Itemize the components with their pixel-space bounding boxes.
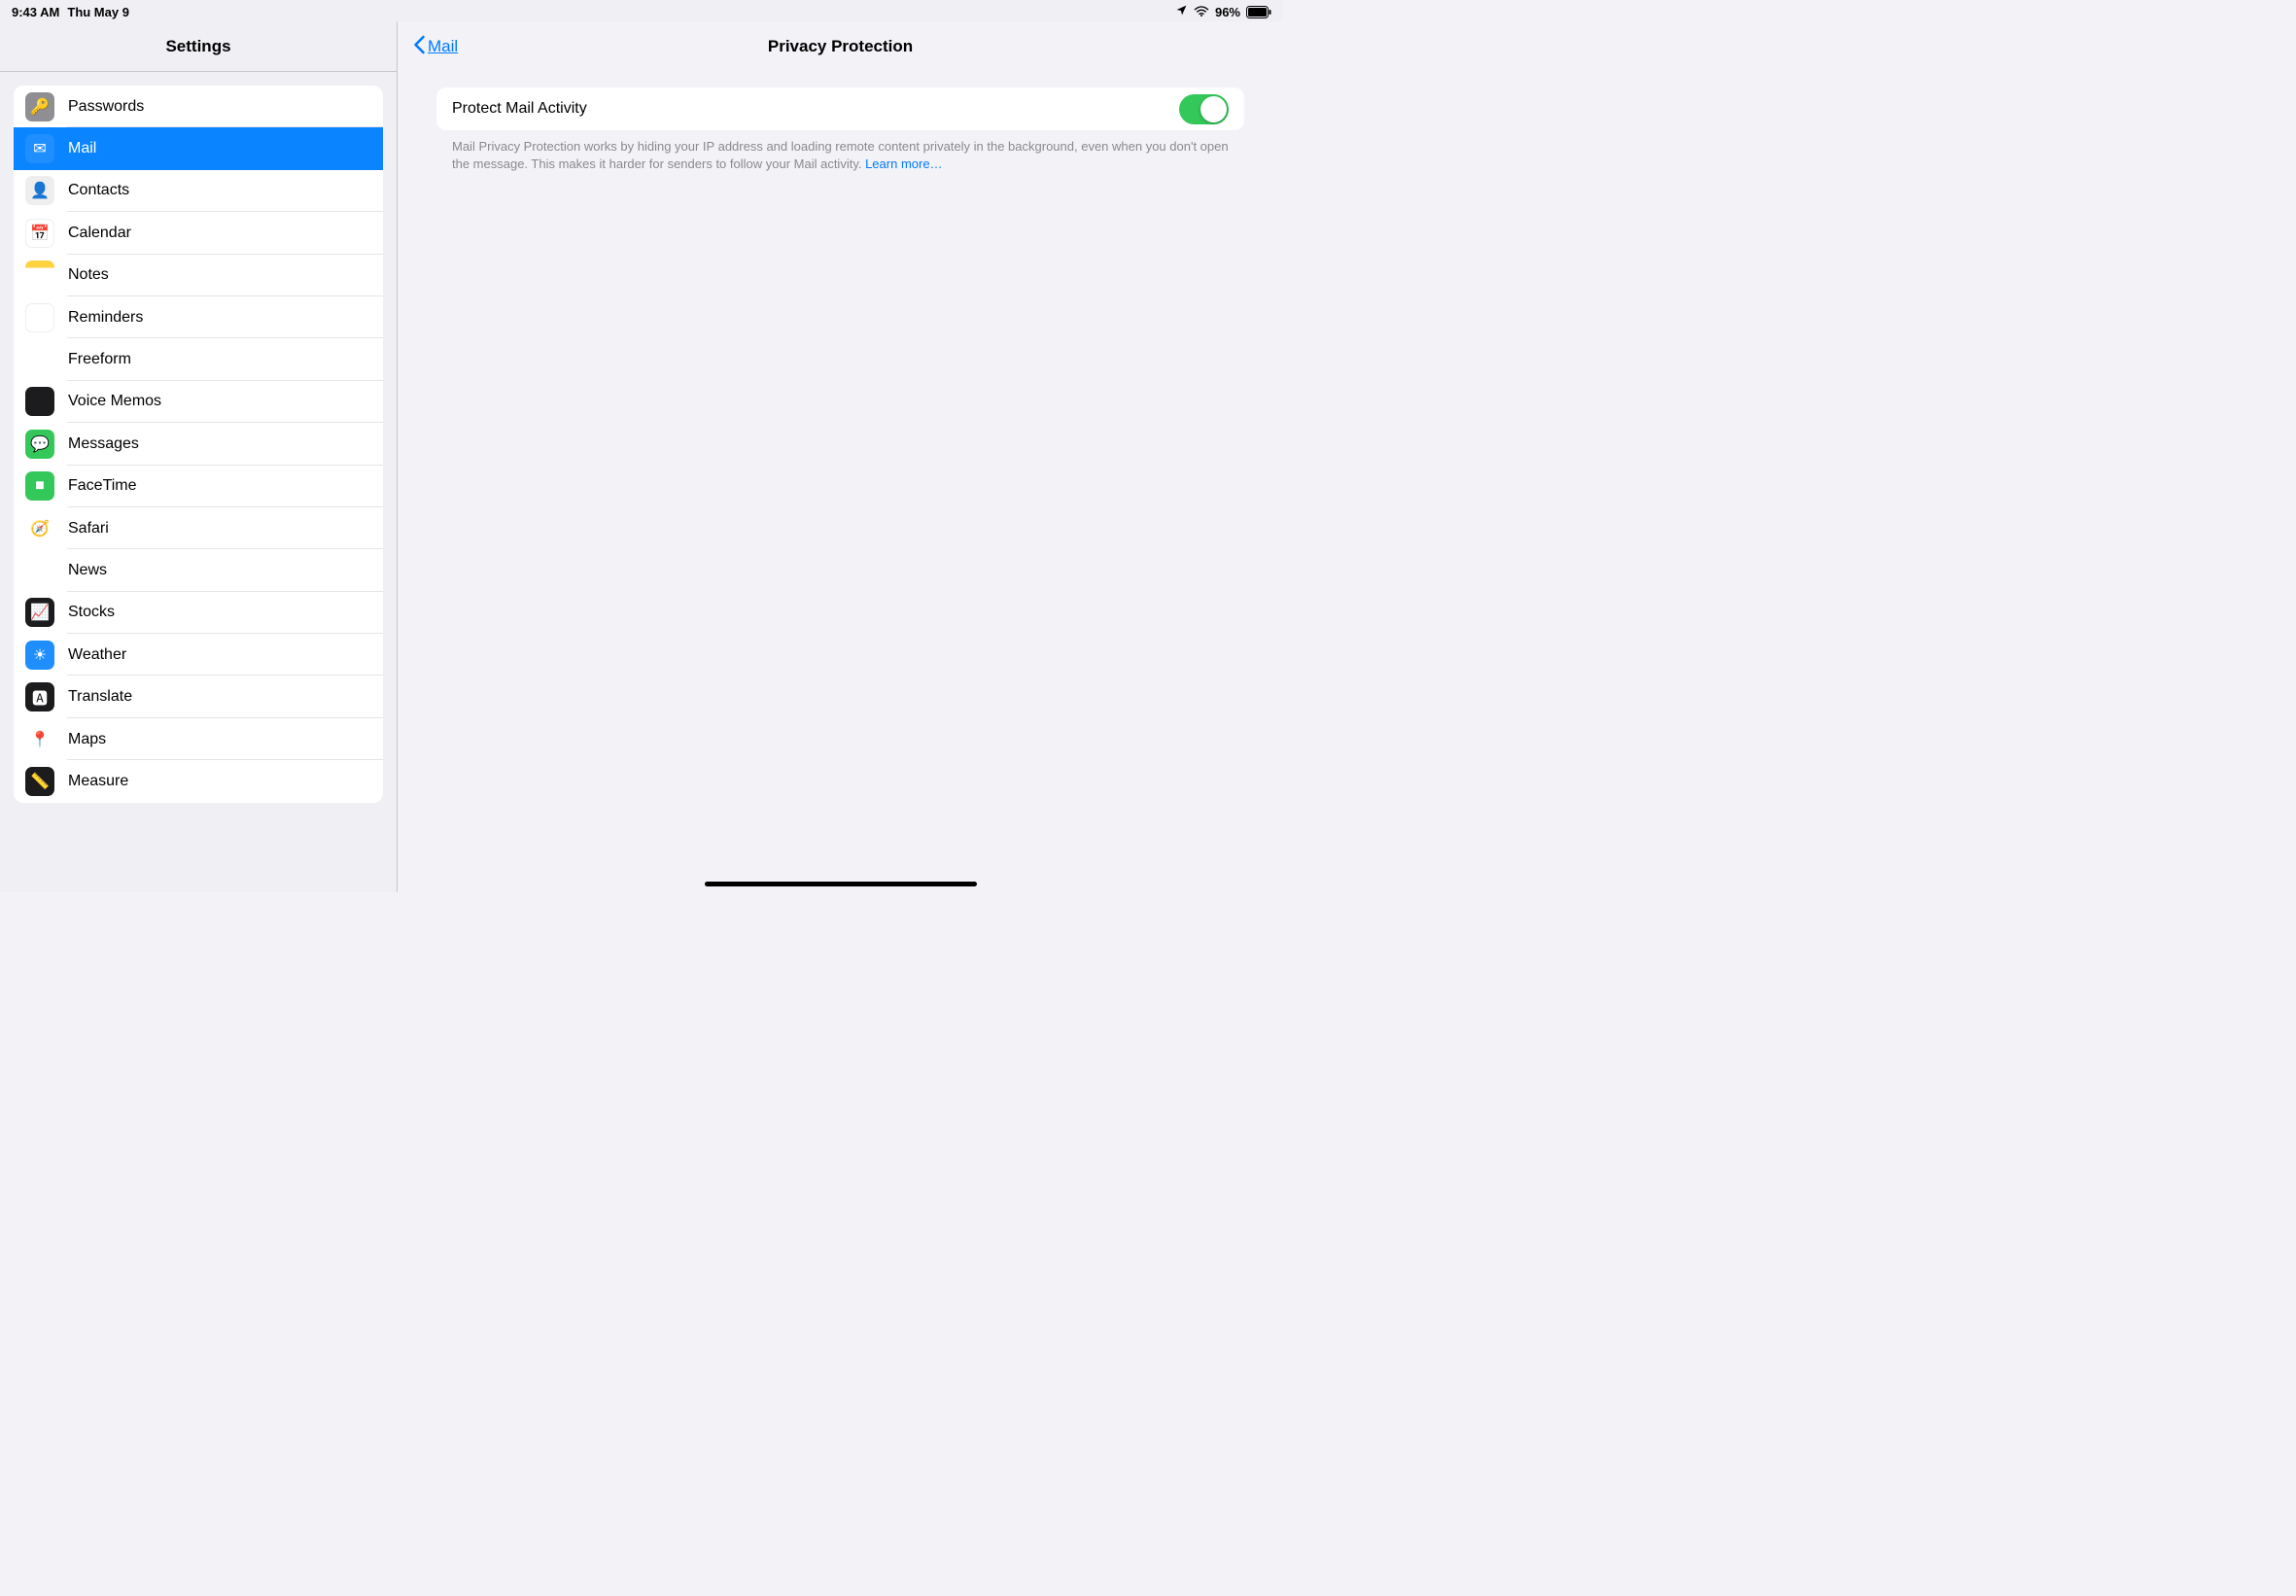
sidebar-item-label: Freeform [68, 351, 131, 368]
sidebar-item-maps[interactable]: 📍 Maps [14, 718, 383, 760]
passwords-icon: 🔑 [25, 92, 54, 121]
location-icon [1175, 4, 1188, 19]
contacts-icon: 👤 [25, 176, 54, 205]
sidebar-list: 🔑 Passwords ✉︎ Mail 👤 Contacts 📅 Calendar Notes R… [14, 86, 383, 803]
voice-memos-icon [25, 387, 54, 416]
sidebar-item-news[interactable]: N News [14, 549, 383, 591]
sidebar-item-freeform[interactable]: 〰 Freeform [14, 338, 383, 380]
sidebar-item-label: Translate [68, 688, 132, 706]
sidebar-item-translate[interactable]: 🅰 Translate [14, 676, 383, 717]
notes-icon [25, 260, 54, 290]
messages-icon: 💬 [25, 430, 54, 459]
sidebar-item-label: Maps [68, 731, 106, 748]
sidebar-item-messages[interactable]: 💬 Messages [14, 423, 383, 465]
sidebar-title: Settings [165, 37, 230, 56]
learn-more-link[interactable]: Learn more… [865, 156, 942, 171]
sidebar-item-notes[interactable]: Notes [14, 255, 383, 296]
stocks-icon: 📈 [25, 598, 54, 627]
sidebar-item-weather[interactable]: ☀ Weather [14, 634, 383, 676]
chevron-left-icon [413, 35, 426, 59]
measure-icon: 📏 [25, 767, 54, 796]
detail-pane: Mail Privacy Protection Protect Mail Act… [398, 21, 1283, 892]
protect-mail-activity-toggle[interactable] [1179, 94, 1229, 124]
sidebar-item-voice-memos[interactable]: Voice Memos [14, 381, 383, 423]
sidebar-item-label: Safari [68, 520, 109, 538]
news-icon: N [25, 556, 54, 585]
setting-footer-text: Mail Privacy Protection works by hiding … [436, 130, 1244, 172]
settings-sidebar: Settings 🔑 Passwords ✉︎ Mail 👤 Contacts 📅 Calen… [0, 21, 398, 892]
reminders-icon [25, 303, 54, 332]
sidebar-item-label: Reminders [68, 309, 143, 327]
detail-title: Privacy Protection [398, 37, 1283, 56]
safari-icon: 🧭 [25, 514, 54, 543]
footer-description: Mail Privacy Protection works by hiding … [452, 139, 1229, 171]
sidebar-item-label: FaceTime [68, 477, 137, 495]
sidebar-item-contacts[interactable]: 👤 Contacts [14, 170, 383, 212]
calendar-icon: 📅 [25, 219, 54, 248]
sidebar-item-passwords[interactable]: 🔑 Passwords [14, 86, 383, 127]
mail-icon: ✉︎ [25, 134, 54, 163]
protect-mail-activity-row: Protect Mail Activity [452, 87, 1229, 130]
setting-label: Protect Mail Activity [452, 100, 587, 118]
back-button[interactable]: Mail [413, 35, 458, 59]
sidebar-item-safari[interactable]: 🧭 Safari [14, 507, 383, 549]
sidebar-item-label: Mail [68, 140, 96, 157]
sidebar-item-label: Weather [68, 646, 126, 664]
translate-icon: 🅰 [25, 682, 54, 711]
maps-icon: 📍 [25, 725, 54, 754]
sidebar-item-label: News [68, 562, 107, 579]
back-label: Mail [428, 37, 458, 56]
sidebar-item-reminders[interactable]: Reminders [14, 296, 383, 338]
sidebar-item-measure[interactable]: 📏 Measure [14, 760, 383, 802]
sidebar-item-label: Passwords [68, 98, 144, 116]
sidebar-item-label: Stocks [68, 604, 115, 621]
detail-header: Mail Privacy Protection [398, 21, 1283, 72]
freeform-icon: 〰 [25, 345, 54, 374]
sidebar-item-stocks[interactable]: 📈 Stocks [14, 592, 383, 634]
home-indicator [705, 882, 977, 886]
sidebar-item-calendar[interactable]: 📅 Calendar [14, 212, 383, 254]
sidebar-item-facetime[interactable]: ■ FaceTime [14, 466, 383, 507]
battery-percentage: 96% [1215, 5, 1240, 19]
sidebar-item-label: Calendar [68, 225, 131, 242]
sidebar-item-label: Messages [68, 435, 139, 453]
facetime-icon: ■ [25, 471, 54, 501]
sidebar-item-label: Notes [68, 266, 109, 284]
status-date: Thu May 9 [67, 5, 129, 19]
status-bar: 9:43 AM Thu May 9 96% [0, 0, 1283, 21]
battery-icon [1246, 6, 1271, 18]
wifi-icon [1194, 5, 1209, 19]
weather-icon: ☀ [25, 641, 54, 670]
setting-card: Protect Mail Activity [436, 87, 1244, 130]
sidebar-item-label: Contacts [68, 182, 129, 199]
sidebar-item-label: Measure [68, 773, 128, 790]
sidebar-item-label: Voice Memos [68, 393, 161, 410]
status-time: 9:43 AM [12, 5, 59, 19]
sidebar-item-mail[interactable]: ✉︎ Mail [14, 127, 383, 169]
